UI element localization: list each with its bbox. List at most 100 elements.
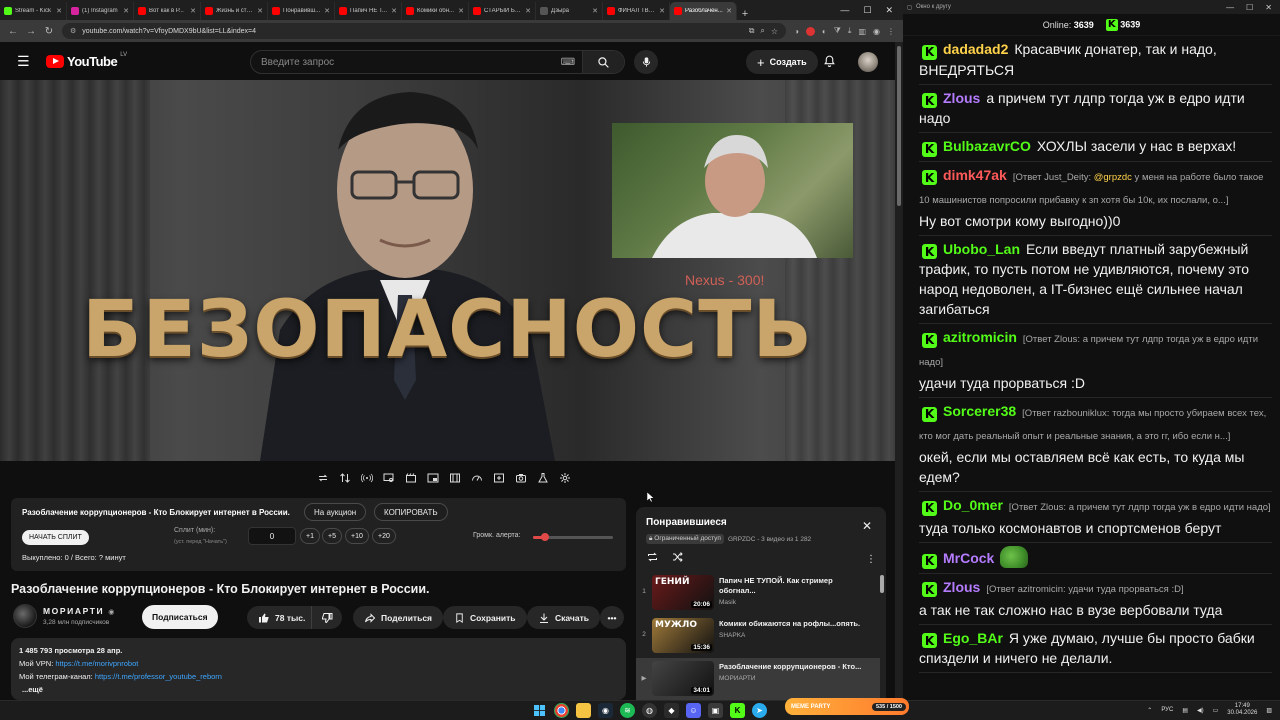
install-icon[interactable]: ⧉ xyxy=(749,26,755,36)
extension-icon[interactable]: ◐ xyxy=(822,27,827,36)
menu-dots-icon[interactable]: ⋮ xyxy=(887,27,895,36)
chat-username[interactable]: MrCock xyxy=(943,550,994,566)
loop-icon[interactable] xyxy=(315,470,331,486)
video-player[interactable]: Nexus - 300! БЕЗОПАСНОСТЬ xyxy=(0,80,895,461)
scrollbar-thumb[interactable] xyxy=(897,46,901,206)
clock[interactable]: 17:49 30.04.2026 xyxy=(1227,703,1257,717)
playlist-item-thumbnail[interactable]: ГЕНИЙ 20:06 xyxy=(652,575,714,610)
zoom-icon[interactable]: ⌕ xyxy=(760,26,764,36)
film-strip-icon[interactable] xyxy=(447,470,463,486)
playlist-scrollbar[interactable] xyxy=(880,575,884,593)
picture-in-picture-icon[interactable] xyxy=(425,470,441,486)
playlist-item-thumbnail[interactable]: МУЖЛО 15:36 xyxy=(652,618,714,653)
tab-close-icon[interactable]: ✕ xyxy=(592,7,598,15)
close-icon[interactable]: ✕ xyxy=(862,519,872,533)
create-button[interactable]: + Создать xyxy=(746,50,818,74)
close-icon[interactable]: ✕ xyxy=(885,5,893,16)
camera-icon[interactable] xyxy=(513,470,529,486)
app-icon[interactable]: ◆ xyxy=(664,703,679,718)
profile-icon[interactable]: ◉ xyxy=(873,27,880,36)
start-split-button[interactable]: НАЧАТЬ СПЛИТ xyxy=(22,530,89,545)
maximize-icon[interactable]: ☐ xyxy=(863,5,871,16)
playlist-item[interactable]: 1 ГЕНИЙ 20:06 Папич НЕ ТУПОЙ. Как стример о… xyxy=(636,572,880,615)
tab-close-icon[interactable]: ✕ xyxy=(659,7,665,15)
keyboard-icon[interactable]: ⌨ xyxy=(558,57,578,68)
steam-icon[interactable]: ◉ xyxy=(598,703,613,718)
discord-icon[interactable]: ☺ xyxy=(686,703,701,718)
dislike-button[interactable] xyxy=(311,606,342,629)
screen-search-icon[interactable] xyxy=(381,470,397,486)
copy-button[interactable]: КОПИРОВАТЬ xyxy=(374,503,448,521)
tray-chevron-icon[interactable]: ⌃ xyxy=(1147,707,1152,714)
split-increment-button[interactable]: +1 xyxy=(300,528,320,544)
browser-tab[interactable]: (1) Instagram ✕ xyxy=(67,2,134,20)
browser-tab[interactable]: ФИНАЛ ТВИ... ✕ xyxy=(603,2,670,20)
repeat-icon[interactable] xyxy=(646,550,659,568)
close-icon[interactable]: ✕ xyxy=(1265,3,1272,12)
playlist-item[interactable]: ▶ 34:01 Разоблачение коррупционеров - Кто.… xyxy=(636,658,880,700)
clapperboard-icon[interactable] xyxy=(403,470,419,486)
alert-volume-slider[interactable] xyxy=(533,533,613,541)
language-indicator[interactable]: РУС xyxy=(1161,707,1173,713)
reply-mention[interactable]: @grpzdc xyxy=(1094,172,1132,183)
notifications-bell-icon[interactable] xyxy=(823,54,836,73)
hamburger-menu-icon[interactable]: ☰ xyxy=(17,54,31,68)
description-box[interactable]: 1 485 793 просмотра 28 апр. Мой VPN: htt… xyxy=(11,638,626,700)
save-button[interactable]: Сохранить xyxy=(443,606,527,629)
chat-username[interactable]: Sorcerer38 xyxy=(943,403,1016,419)
chat-username[interactable]: Do_0mer xyxy=(943,497,1003,513)
account-avatar[interactable] xyxy=(858,52,878,72)
tab-close-icon[interactable]: ✕ xyxy=(324,7,330,15)
split-increment-button[interactable]: +10 xyxy=(345,528,369,544)
file-explorer-icon[interactable] xyxy=(576,703,591,718)
chat-username[interactable]: Ubobo_Lan xyxy=(943,241,1020,257)
browser-tab[interactable]: Вот как в Р... ✕ xyxy=(134,2,201,20)
telegram-icon[interactable]: ➤ xyxy=(752,703,767,718)
bookmark-star-icon[interactable]: ☆ xyxy=(771,27,778,36)
new-tab-button[interactable]: + xyxy=(737,8,753,20)
search-input[interactable] xyxy=(251,56,558,68)
youtube-logo[interactable]: YouTube LV xyxy=(46,52,127,69)
spotify-icon[interactable]: ≋ xyxy=(620,703,635,718)
split-minutes-input[interactable]: 0 xyxy=(248,527,296,545)
search-button[interactable] xyxy=(582,51,624,73)
browser-tab[interactable]: Жизнь и стр... ✕ xyxy=(201,2,268,20)
network-icon[interactable]: ▤ xyxy=(1182,707,1188,714)
telegram-link[interactable]: https://t.me/professor_youtube_reborn xyxy=(95,672,222,681)
shuffle-icon[interactable] xyxy=(671,550,684,568)
chrome-icon[interactable] xyxy=(554,703,569,718)
chat-message-list[interactable]: Kdadadad2 Красавчик донатер, так и надо, … xyxy=(903,36,1280,673)
chat-username[interactable]: BulbazavrCO xyxy=(943,138,1031,154)
download-icon[interactable]: ⤓ xyxy=(848,26,852,36)
like-button[interactable]: 78 тыс. xyxy=(247,606,315,629)
tab-close-icon[interactable]: ✕ xyxy=(56,7,62,15)
reload-icon[interactable]: ↻ xyxy=(44,26,54,37)
add-box-icon[interactable] xyxy=(491,470,507,486)
chat-username[interactable]: dadadad2 xyxy=(943,41,1008,57)
tab-close-icon[interactable]: ✕ xyxy=(458,7,464,15)
sidebar-icon[interactable]: ▥ xyxy=(858,27,866,36)
chat-username[interactable]: Ego_BAr xyxy=(943,630,1003,646)
tab-close-icon[interactable]: ✕ xyxy=(257,7,263,15)
tab-close-icon[interactable]: ✕ xyxy=(391,7,397,15)
vpn-link[interactable]: https://t.me/morivpnrobot xyxy=(55,659,138,668)
url-field[interactable]: ⚙ youtube.com/watch?v=VfoyDMDX9bU&list=L… xyxy=(62,23,787,39)
app-icon[interactable]: ▣ xyxy=(708,703,723,718)
notifications-icon[interactable]: ▨ xyxy=(1266,707,1272,714)
browser-tab[interactable]: Папич НЕ Т... ✕ xyxy=(335,2,402,20)
volume-icon[interactable]: ◀) xyxy=(1197,707,1204,714)
on-auction-button[interactable]: На аукцион xyxy=(304,503,367,521)
page-scrollbar[interactable] xyxy=(895,42,903,700)
speedometer-icon[interactable] xyxy=(469,470,485,486)
sort-arrows-icon[interactable] xyxy=(337,470,353,486)
minimize-icon[interactable]: — xyxy=(1226,3,1234,12)
chat-username[interactable]: Zlous xyxy=(943,579,980,595)
tab-close-icon[interactable]: ✕ xyxy=(190,7,196,15)
gear-icon[interactable] xyxy=(557,470,573,486)
forward-icon[interactable]: → xyxy=(26,26,36,37)
broadcast-icon[interactable] xyxy=(359,470,375,486)
tab-close-icon[interactable]: ✕ xyxy=(525,7,531,15)
minimize-icon[interactable]: — xyxy=(840,5,849,15)
puzzle-icon[interactable]: ⧩ xyxy=(834,26,841,36)
channel-avatar[interactable] xyxy=(13,604,37,628)
